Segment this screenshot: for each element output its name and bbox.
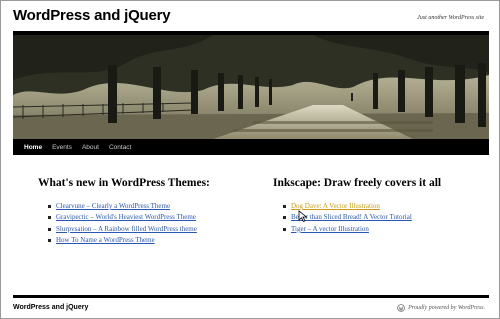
site-tagline: Just another WordPress site xyxy=(417,15,484,21)
list-item: Gravipectic – World's Heaviest WordPress… xyxy=(48,212,210,223)
post-link[interactable]: Clearvune – Clearly a WordPress Theme xyxy=(56,202,170,210)
nav-item-about[interactable]: About xyxy=(82,144,99,151)
browser-page: WordPress and jQuery Just another WordPr… xyxy=(0,0,500,319)
post-inkscape: Inkscape: Draw freely covers it all Dog … xyxy=(273,177,441,235)
wordpress-logo-icon xyxy=(397,304,405,312)
bullet-icon xyxy=(283,205,286,208)
footer-site-title[interactable]: WordPress and jQuery xyxy=(13,304,88,311)
footer-credit: Proudly powered by WordPress. xyxy=(397,304,485,312)
post-link[interactable]: Gravipectic – World's Heaviest WordPress… xyxy=(56,213,196,221)
nav-item-home[interactable]: Home xyxy=(24,144,42,151)
post-link-hovered[interactable]: Dog Dave: A Vector Illustration xyxy=(291,202,380,210)
post-link[interactable]: Tiger – A vector Illustration xyxy=(291,225,369,233)
footer-rule xyxy=(13,295,489,298)
list-item: Slurpvsation – A Rainbow filled WordPres… xyxy=(48,224,210,235)
nav-item-events[interactable]: Events xyxy=(52,144,72,151)
list-item: Clearvune – Clearly a WordPress Theme xyxy=(48,201,210,212)
post-link-list: Clearvune – Clearly a WordPress Theme Gr… xyxy=(48,201,210,247)
post-link[interactable]: How To Name a WordPress Theme xyxy=(56,236,155,244)
header-image xyxy=(13,35,489,139)
nav-item-contact[interactable]: Contact xyxy=(109,144,131,151)
post-link[interactable]: Slurpvsation – A Rainbow filled WordPres… xyxy=(56,225,197,233)
site-title[interactable]: WordPress and jQuery xyxy=(13,7,171,24)
main-navigation: Home Events About Contact xyxy=(13,139,489,155)
post-themes: What's new in WordPress Themes: Clearvun… xyxy=(38,177,210,247)
footer-credit-text[interactable]: Proudly powered by WordPress. xyxy=(408,305,485,311)
bullet-icon xyxy=(48,227,51,231)
list-item: Tiger – A vector Illustration xyxy=(283,224,441,235)
list-item: How To Name a WordPress Theme xyxy=(48,235,210,246)
post-title[interactable]: What's new in WordPress Themes: xyxy=(38,177,210,189)
post-link[interactable]: Better than Sliced Bread! A Vector Tutor… xyxy=(291,213,412,221)
bullet-icon xyxy=(48,205,51,208)
bullet-icon xyxy=(283,227,286,231)
bullet-icon xyxy=(48,239,51,243)
post-title[interactable]: Inkscape: Draw freely covers it all xyxy=(273,177,441,189)
bullet-icon xyxy=(48,216,51,220)
bullet-icon xyxy=(283,216,286,220)
mouse-pointer-icon xyxy=(298,210,308,222)
